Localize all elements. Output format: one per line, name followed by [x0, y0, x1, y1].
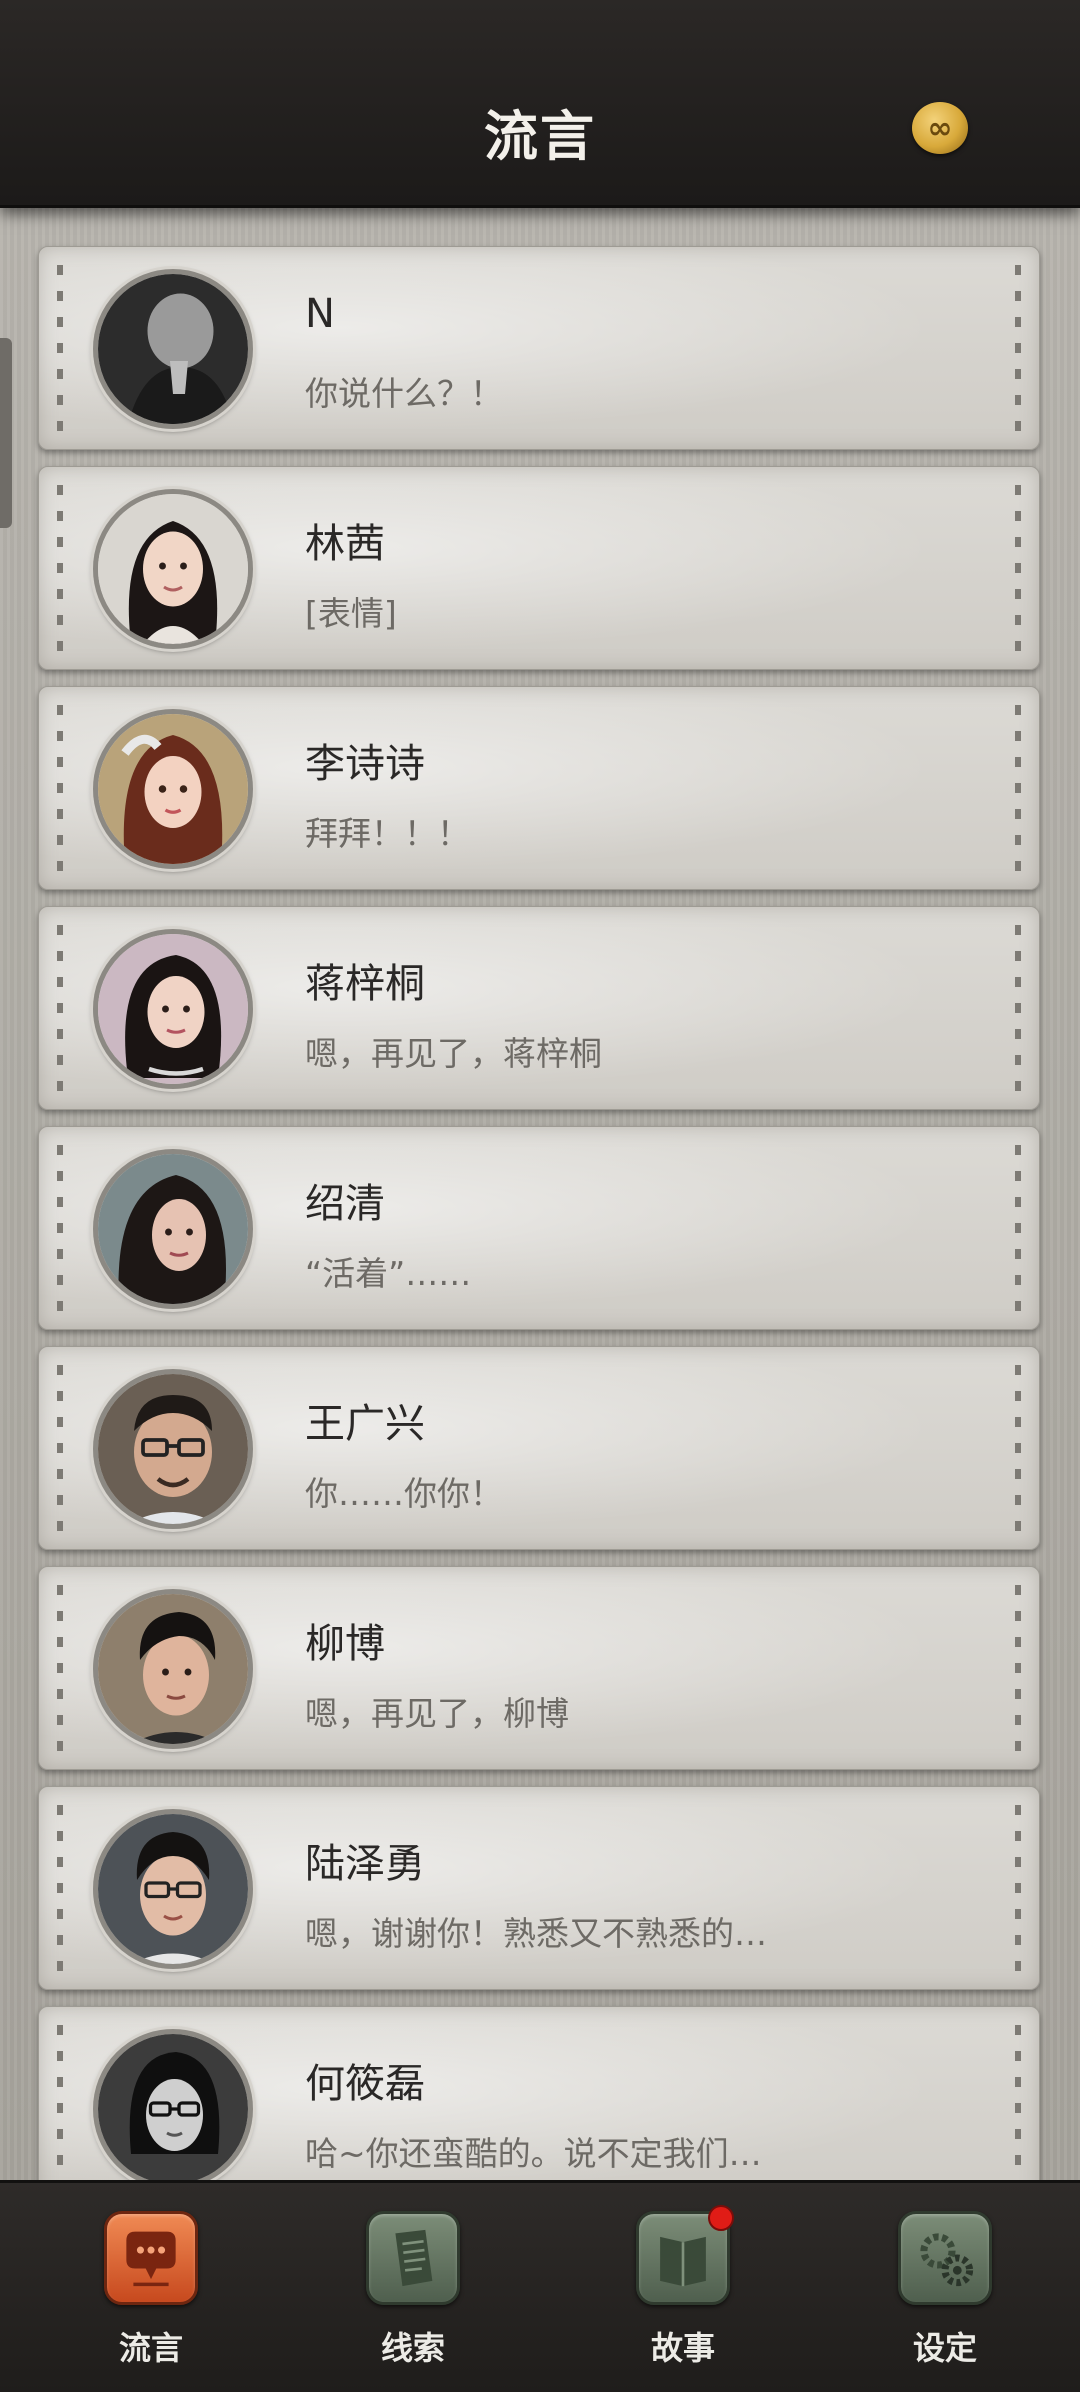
- avatar: [93, 709, 253, 869]
- tab-story[interactable]: 故事: [618, 2205, 748, 2381]
- contact-name: 绍清: [305, 1181, 385, 1227]
- contact-item[interactable]: 王广兴 你……你你！: [38, 1346, 1040, 1550]
- tab-settings[interactable]: 设定: [880, 2211, 1010, 2381]
- contact-name: 李诗诗: [305, 741, 425, 787]
- last-message: 拜拜！！！: [305, 814, 470, 853]
- contact-item[interactable]: 柳博 嗯，再见了，柳博: [38, 1566, 1040, 1770]
- gear-icon: [898, 2211, 992, 2305]
- contact-item[interactable]: 林茜 [表情]: [38, 466, 1040, 670]
- contact-name: N: [305, 291, 335, 337]
- avatar: [93, 2029, 253, 2180]
- last-message: 你……你你！: [305, 1474, 503, 1513]
- infinity-coin-icon[interactable]: ∞: [912, 102, 968, 154]
- contact-name: 陆泽勇: [305, 1841, 425, 1887]
- tab-clues[interactable]: 线索: [348, 2211, 478, 2381]
- bottom-tab-bar: 流言 线索 故事 设定: [0, 2180, 1080, 2392]
- contact-item[interactable]: 陆泽勇 嗯，谢谢你！熟悉又不熟悉的…: [38, 1786, 1040, 1990]
- contact-name: 柳博: [305, 1621, 385, 1667]
- avatar: [93, 929, 253, 1089]
- avatar-wangguangxing-icon: [98, 1374, 248, 1524]
- last-message: 哈~你还蛮酷的。说不定我们…: [305, 2134, 762, 2173]
- notification-badge: [708, 2205, 734, 2231]
- contact-list[interactable]: N 你说什么？！ 林茜 [表情] 李诗诗 拜拜！！！ 蒋梓桐 嗯，再见了，蒋梓桐…: [0, 208, 1080, 2180]
- avatar: [93, 1809, 253, 1969]
- document-icon: [366, 2211, 460, 2305]
- tab-rumors[interactable]: 流言: [86, 2211, 216, 2381]
- contact-item[interactable]: 李诗诗 拜拜！！！: [38, 686, 1040, 890]
- avatar-linqian-icon: [98, 494, 248, 644]
- avatar: [93, 489, 253, 649]
- contact-item[interactable]: 蒋梓桐 嗯，再见了，蒋梓桐: [38, 906, 1040, 1110]
- contact-item[interactable]: 何筱磊 哈~你还蛮酷的。说不定我们…: [38, 2006, 1040, 2180]
- contact-item[interactable]: N 你说什么？！: [38, 246, 1040, 450]
- contact-name: 林茜: [305, 521, 385, 567]
- last-message: [表情]: [305, 594, 397, 633]
- tab-label: 设定: [912, 2329, 977, 2367]
- side-pull-tab[interactable]: [0, 338, 12, 528]
- tab-label: 故事: [650, 2329, 715, 2367]
- chat-bubble-icon: [104, 2211, 198, 2305]
- contact-name: 王广兴: [305, 1401, 425, 1447]
- tab-label: 流言: [118, 2329, 183, 2367]
- tab-label: 线索: [380, 2329, 445, 2367]
- contact-name: 何筱磊: [305, 2061, 425, 2107]
- last-message: 你说什么？！: [305, 374, 503, 413]
- last-message: “活着”……: [305, 1254, 472, 1293]
- avatar-lishishi-icon: [98, 714, 248, 864]
- contact-name: 蒋梓桐: [305, 961, 425, 1007]
- last-message: 嗯，再见了，柳博: [305, 1694, 569, 1733]
- avatar: [93, 1369, 253, 1529]
- avatar-hexiaolei-icon: [98, 2034, 248, 2180]
- avatar: [93, 269, 253, 429]
- last-message: 嗯，谢谢你！熟悉又不熟悉的…: [305, 1914, 767, 1953]
- avatar-luzeyong-icon: [98, 1814, 248, 1964]
- avatar-shaoqing-icon: [98, 1154, 248, 1304]
- top-bar: 流言 ∞: [0, 0, 1080, 208]
- avatar-jiangzitong-icon: [98, 934, 248, 1084]
- avatar-n-icon: [98, 274, 248, 424]
- avatar: [93, 1589, 253, 1749]
- last-message: 嗯，再见了，蒋梓桐: [305, 1034, 602, 1073]
- avatar-liubo-icon: [98, 1594, 248, 1744]
- contact-item[interactable]: 绍清 “活着”……: [38, 1126, 1040, 1330]
- avatar: [93, 1149, 253, 1309]
